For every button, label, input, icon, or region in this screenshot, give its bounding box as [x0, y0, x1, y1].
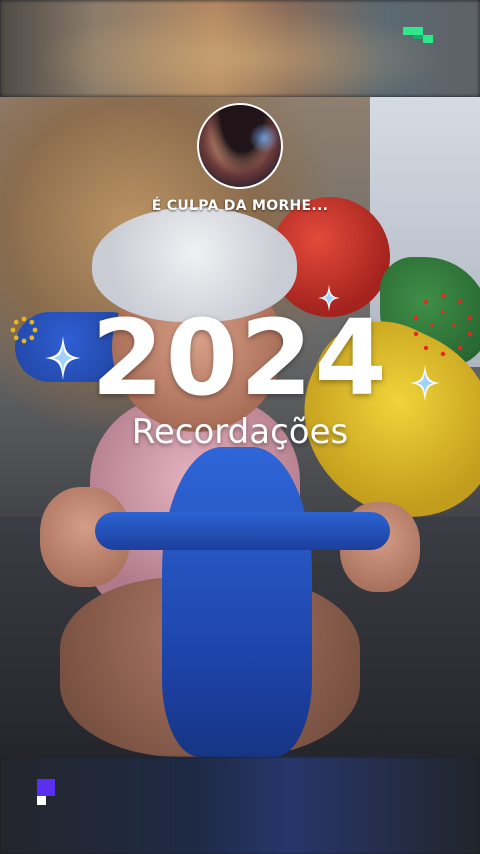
red-dot-burst-icon	[410, 292, 476, 362]
sparkle-icon	[45, 336, 81, 380]
sparkle-icon	[410, 364, 440, 402]
pixel-logo-icon	[403, 27, 433, 49]
blurred-bottom-background	[0, 757, 480, 854]
creator-name[interactable]: É CULPA DA MORHE...	[0, 198, 480, 214]
creator-avatar[interactable]	[197, 103, 283, 189]
sparkle-icon	[318, 284, 340, 312]
video-frame[interactable]: É CULPA DA MORHE... 2024 Recordações	[0, 0, 480, 854]
avatar-glow	[249, 123, 279, 153]
recap-subtitle: Recordações	[131, 412, 349, 452]
photo-horse-handle	[95, 512, 390, 550]
pixel-logo-icon	[37, 779, 57, 809]
yellow-dot-ring-icon	[10, 316, 38, 348]
photo-rocking-horse	[162, 447, 312, 757]
